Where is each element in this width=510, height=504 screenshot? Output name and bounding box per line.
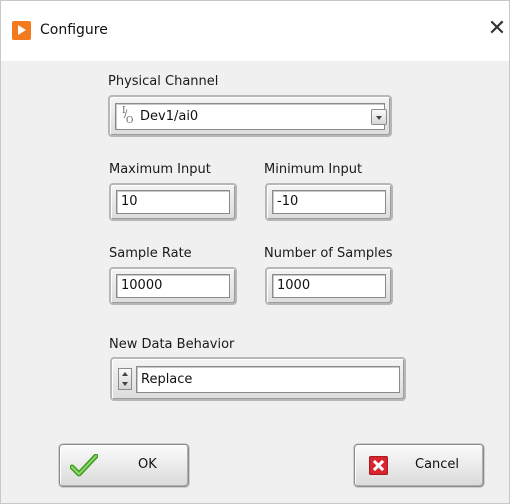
- maximum-input-control: 10: [109, 183, 237, 221]
- minimum-input-field[interactable]: -10: [272, 190, 386, 214]
- minimum-input-label: Minimum Input: [264, 162, 363, 177]
- physical-channel-value: Dev1/ai0: [140, 109, 199, 124]
- sample-rate-label: Sample Rate: [109, 246, 192, 261]
- number-of-samples-field[interactable]: 1000: [272, 274, 386, 298]
- new-data-behavior-label: New Data Behavior: [109, 337, 235, 352]
- number-of-samples-control: 1000: [265, 267, 393, 305]
- sample-rate-control: 10000: [109, 267, 237, 305]
- window-title: Configure: [40, 22, 108, 38]
- configure-dialog: Configure ✕ Physical Channel I / O Dev1/…: [0, 0, 510, 504]
- up-down-arrows-icon[interactable]: [118, 368, 132, 390]
- maximum-input-field[interactable]: 10: [116, 190, 230, 214]
- cancel-button-label: Cancel: [415, 457, 460, 472]
- close-button[interactable]: ✕: [487, 18, 507, 40]
- physical-channel-control: I / O Dev1/ai0: [108, 95, 392, 137]
- ok-button-label: OK: [138, 457, 157, 472]
- minimum-input-control: -10: [265, 183, 393, 221]
- close-icon: ✕: [487, 16, 507, 41]
- green-checkmark-icon: [70, 454, 98, 477]
- physical-channel-field[interactable]: I / O Dev1/ai0: [115, 103, 385, 130]
- io-channel-icon: I / O: [122, 106, 134, 126]
- title-bar: Configure ✕: [1, 1, 509, 61]
- red-x-icon: [369, 456, 388, 475]
- new-data-behavior-control: Replace: [110, 357, 406, 401]
- new-data-behavior-field[interactable]: Replace: [136, 366, 400, 393]
- sample-rate-field[interactable]: 10000: [116, 274, 230, 298]
- labview-app-icon: [12, 21, 31, 40]
- maximum-input-label: Maximum Input: [109, 162, 211, 177]
- ok-button[interactable]: OK: [59, 444, 189, 487]
- chevron-down-icon[interactable]: [371, 109, 387, 125]
- cancel-button[interactable]: Cancel: [354, 444, 484, 487]
- dialog-body: Physical Channel I / O Dev1/ai0 Maximum …: [1, 61, 509, 503]
- number-of-samples-label: Number of Samples: [264, 246, 393, 261]
- physical-channel-label: Physical Channel: [108, 74, 219, 89]
